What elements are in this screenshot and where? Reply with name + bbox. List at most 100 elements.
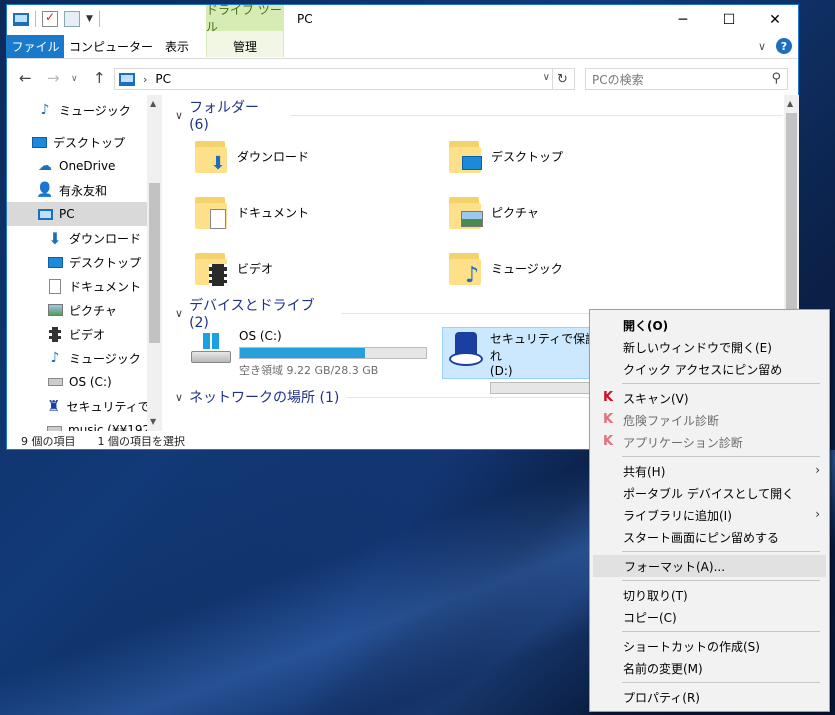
refresh-icon[interactable]: ↻	[552, 69, 572, 89]
minimize-button[interactable]: ─	[660, 5, 706, 35]
nav-item-onedrive[interactable]: ☁ OneDrive	[7, 154, 147, 178]
folder-desktop[interactable]: デスクトップ	[447, 131, 563, 181]
tab-manage[interactable]: 管理	[206, 35, 284, 58]
documents-folder-icon	[193, 193, 229, 231]
close-button[interactable]: ✕	[752, 5, 798, 35]
back-arrow-icon[interactable]: ←	[19, 69, 32, 87]
onedrive-icon: ☁	[38, 158, 52, 174]
ribbon-tabs: ファイル コンピューター 表示 管理 ∨ ?	[7, 35, 798, 59]
folder-documents[interactable]: ドキュメント	[193, 187, 309, 237]
menu-separator	[622, 580, 820, 581]
recent-locations-caret-icon[interactable]: ∨	[71, 74, 78, 84]
menu-item-pin-start[interactable]: スタート画面にピン留めする	[593, 526, 826, 548]
up-arrow-icon[interactable]: ↑	[93, 69, 106, 87]
toolbar-divider	[35, 11, 36, 27]
menu-separator	[622, 631, 820, 632]
expand-ribbon-chevron-icon[interactable]: ∨	[758, 40, 766, 53]
picture-icon	[47, 302, 63, 318]
group-header-label: ネットワークの場所 (1)	[189, 390, 340, 406]
folder-pictures[interactable]: ピクチャ	[447, 187, 539, 237]
scroll-up-arrow-icon[interactable]: ▲	[150, 99, 156, 108]
drive-c[interactable]: OS (C:) 空き領域 9.22 GB/28.3 GB	[189, 329, 439, 377]
new-folder-icon[interactable]	[64, 11, 80, 27]
menu-item-scan[interactable]: K スキャン(V)	[593, 387, 826, 409]
folder-music[interactable]: ♪ ミュージック	[447, 243, 563, 293]
menu-item-open-new-window[interactable]: 新しいウィンドウで開く(E)	[593, 336, 826, 358]
menu-item-open-portable[interactable]: ポータブル デバイスとして開く	[593, 482, 826, 504]
customize-toolbar-caret-icon[interactable]: ▼	[86, 14, 93, 24]
pc-icon	[119, 72, 135, 86]
menu-label: スタート画面にピン留めする	[623, 530, 780, 545]
nav-item-label: 有永友和	[59, 183, 108, 198]
menu-item-share[interactable]: 共有(H) ›	[593, 460, 826, 482]
menu-label: 危険ファイル診断	[623, 413, 720, 428]
nav-item-documents[interactable]: ドキュメント	[7, 274, 147, 298]
scroll-up-arrow-icon[interactable]: ▲	[787, 99, 793, 108]
collapse-chevron-icon[interactable]: ∨	[175, 109, 183, 122]
folder-label: ビデオ	[237, 261, 274, 276]
help-icon[interactable]: ?	[776, 38, 792, 54]
submenu-arrow-icon: ›	[815, 507, 820, 521]
breadcrumb-separator-icon[interactable]: ›	[143, 73, 147, 86]
menu-item-app-diagnosis[interactable]: K アプリケーション診断	[593, 431, 826, 453]
breadcrumb-pc[interactable]: PC	[155, 72, 171, 86]
collapse-chevron-icon[interactable]: ∨	[175, 307, 183, 320]
nav-item-pc[interactable]: PC	[7, 202, 147, 226]
menu-separator	[622, 682, 820, 683]
nav-item-downloads[interactable]: ⬇ ダウンロード	[7, 226, 147, 250]
group-header-folders[interactable]: ∨ フォルダー (6)	[175, 100, 783, 133]
nav-item-desktop-root[interactable]: デスクトップ	[7, 130, 147, 154]
menu-item-pin-quick-access[interactable]: クイック アクセスにピン留め	[593, 358, 826, 380]
menu-label: アプリケーション診断	[623, 435, 743, 450]
drive-secure-d[interactable]: セキュリティで保護され (D:)	[442, 327, 612, 394]
nav-item-label: ドキュメント	[69, 279, 142, 294]
tab-view[interactable]: 表示	[157, 35, 197, 58]
folder-label: ピクチャ	[491, 205, 539, 220]
menu-label: 開く(O)	[623, 318, 669, 333]
nav-pane-scrollbar[interactable]: ▲ ▼	[147, 95, 162, 431]
forward-arrow-icon[interactable]: →	[47, 69, 60, 87]
nav-item-network-music[interactable]: music (¥¥192.1	[7, 418, 162, 431]
menu-item-format[interactable]: フォーマット(A)...	[593, 555, 826, 577]
nav-item-label: OS (C:)	[69, 375, 112, 389]
download-icon: ⬇	[48, 228, 62, 248]
nav-item-pictures[interactable]: ピクチャ	[7, 298, 147, 322]
properties-icon[interactable]	[42, 10, 58, 27]
maximize-button[interactable]: ☐	[706, 5, 752, 35]
selection-count: 1 個の項目を選択	[97, 434, 186, 448]
address-bar[interactable]: › PC ∨ ↻	[114, 68, 575, 90]
title-bar: ▼ ドライブ ツール PC ─ ☐ ✕	[7, 3, 798, 57]
search-input[interactable]: PCの検索 ⚲	[585, 68, 788, 90]
tab-file[interactable]: ファイル	[7, 35, 64, 58]
menu-item-open[interactable]: 開く(O)	[593, 314, 826, 336]
menu-label: フォーマット(A)...	[624, 559, 726, 574]
collapse-chevron-icon[interactable]: ∨	[175, 391, 183, 404]
address-dropdown-icon[interactable]: ∨	[543, 72, 550, 83]
nav-item-music[interactable]: ♪ ミュージック	[7, 346, 147, 370]
nav-item-desktop[interactable]: デスクトップ	[7, 250, 147, 274]
scrollbar-thumb[interactable]	[149, 183, 160, 343]
menu-item-risk-diagnosis[interactable]: K 危険ファイル診断	[593, 409, 826, 431]
menu-item-properties[interactable]: プロパティ(R)	[593, 686, 826, 708]
group-header-network[interactable]: ∨ ネットワークの場所 (1)	[175, 387, 648, 407]
search-icon: ⚲	[771, 71, 781, 86]
menu-item-rename[interactable]: 名前の変更(M)	[593, 657, 826, 679]
video-icon	[47, 326, 63, 342]
menu-item-cut[interactable]: 切り取り(T)	[593, 584, 826, 606]
menu-label: コピー(C)	[623, 610, 677, 625]
nav-item-drive-c[interactable]: OS (C:)	[7, 370, 147, 394]
nav-item-music-top[interactable]: ♪ ミュージック	[7, 98, 147, 122]
nav-item-secure-drive[interactable]: ♜ セキュリティで保護	[7, 394, 162, 418]
nav-item-videos[interactable]: ビデオ	[7, 322, 147, 346]
menu-item-add-library[interactable]: ライブラリに追加(I) ›	[593, 504, 826, 526]
scroll-down-arrow-icon[interactable]: ▼	[150, 417, 156, 426]
tab-computer[interactable]: コンピューター	[69, 35, 153, 58]
menu-item-copy[interactable]: コピー(C)	[593, 606, 826, 628]
folder-videos[interactable]: ビデオ	[193, 243, 273, 293]
nav-item-user[interactable]: 👤 有永友和	[7, 178, 147, 202]
desktop-icon	[47, 254, 63, 270]
group-header-label: デバイスとドライブ (2)	[189, 298, 315, 331]
kaspersky-icon: K	[603, 434, 614, 449]
folder-downloads[interactable]: ⬇ ダウンロード	[193, 131, 309, 181]
menu-item-create-shortcut[interactable]: ショートカットの作成(S)	[593, 635, 826, 657]
